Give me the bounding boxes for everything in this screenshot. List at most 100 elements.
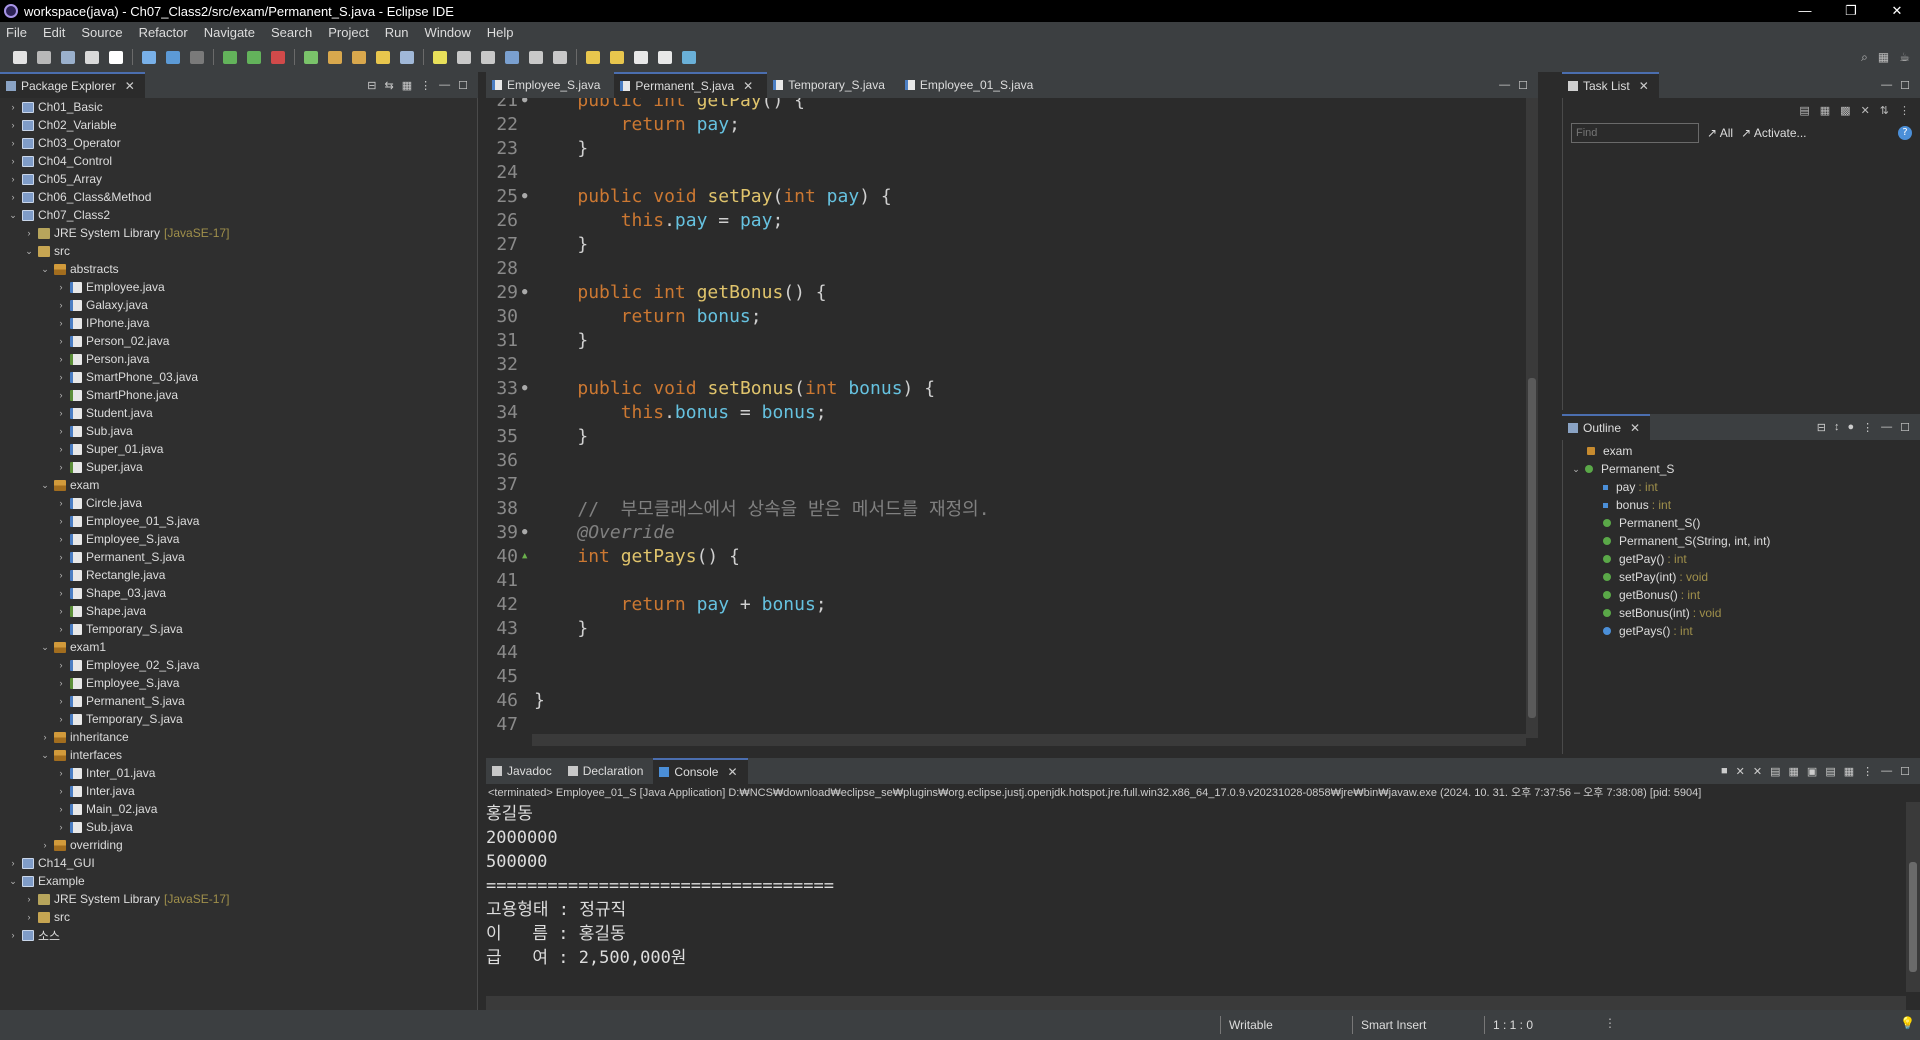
expanded-chevron-icon[interactable]: ⌄	[24, 246, 34, 257]
fold-marker-icon[interactable]: ●	[522, 527, 534, 537]
tree-item[interactable]: › Sub.java	[0, 422, 477, 440]
tree-item[interactable]: › Person.java	[0, 350, 477, 368]
outline-item[interactable]: setBonus(int) : void	[1563, 604, 1920, 622]
tree-item[interactable]: › Inter.java	[0, 782, 477, 800]
terminate-icon[interactable]: ■	[1721, 765, 1728, 777]
tree-item[interactable]: ⌄ Ch07_Class2	[0, 206, 477, 224]
forward-icon[interactable]	[610, 50, 624, 64]
collapsed-chevron-icon[interactable]: ›	[24, 228, 34, 238]
remove-launch-icon[interactable]: ✕	[1736, 765, 1745, 778]
menu-search[interactable]: Search	[265, 25, 322, 40]
collapsed-chevron-icon[interactable]: ›	[40, 732, 50, 742]
collapsed-chevron-icon[interactable]: ›	[56, 534, 66, 544]
close-button[interactable]: ✕	[1874, 3, 1920, 19]
collapsed-chevron-icon[interactable]: ›	[40, 840, 50, 850]
terminal-icon[interactable]	[142, 50, 156, 64]
expanded-chevron-icon[interactable]: ⌄	[40, 480, 50, 491]
collapsed-chevron-icon[interactable]: ›	[56, 714, 66, 724]
tree-item[interactable]: › Temporary_S.java	[0, 620, 477, 638]
tab-package-explorer[interactable]: Package Explorer ✕	[0, 72, 145, 98]
menu-refactor[interactable]: Refactor	[133, 25, 198, 40]
expanded-chevron-icon[interactable]: ⌄	[8, 876, 18, 887]
view-menu-icon[interactable]: ⋮	[1862, 421, 1873, 434]
pin-icon[interactable]	[658, 50, 672, 64]
tree-item[interactable]: ⌄ interfaces	[0, 746, 477, 764]
console-panel[interactable]: <terminated> Employee_01_S [Java Applica…	[486, 784, 1920, 1010]
tree-item[interactable]: › Ch04_Control	[0, 152, 477, 170]
lightbulb-icon[interactable]: 💡	[1900, 1016, 1915, 1030]
save-all-icon[interactable]	[61, 50, 75, 64]
tree-item[interactable]: › Employee.java	[0, 278, 477, 296]
collapsed-chevron-icon[interactable]: ›	[56, 318, 66, 328]
collapsed-chevron-icon[interactable]: ›	[8, 174, 18, 184]
open-console-icon[interactable]: ▦	[1844, 765, 1854, 778]
outline-item[interactable]: bonus : int	[1563, 496, 1920, 514]
tree-item[interactable]: › Circle.java	[0, 494, 477, 512]
outline-item[interactable]: exam	[1563, 442, 1920, 460]
search-icon[interactable]	[400, 50, 414, 64]
collapsed-chevron-icon[interactable]: ›	[56, 408, 66, 418]
menu-source[interactable]: Source	[75, 25, 132, 40]
collapsed-chevron-icon[interactable]: ›	[56, 336, 66, 346]
collapsed-chevron-icon[interactable]: ›	[56, 498, 66, 508]
menu-window[interactable]: Window	[419, 25, 481, 40]
collapsed-chevron-icon[interactable]: ›	[56, 678, 66, 688]
tree-item[interactable]: ⌄ exam1	[0, 638, 477, 656]
view-menu-icon[interactable]: ⋮	[1899, 104, 1910, 117]
collapsed-chevron-icon[interactable]: ›	[8, 120, 18, 130]
expanded-chevron-icon[interactable]: ⌄	[40, 642, 50, 653]
collapsed-chevron-icon[interactable]: ›	[56, 696, 66, 706]
new-class-icon[interactable]	[376, 50, 390, 64]
tree-item[interactable]: › JRE System Library [JavaSE-17]	[0, 890, 477, 908]
close-icon[interactable]: ✕	[1639, 79, 1649, 93]
filter-icon[interactable]: ✕	[1861, 104, 1870, 117]
menu-file[interactable]: File	[0, 25, 37, 40]
collapsed-chevron-icon[interactable]: ›	[56, 606, 66, 616]
collapsed-chevron-icon[interactable]: ›	[24, 912, 34, 922]
remove-all-icon[interactable]: ✕	[1753, 765, 1762, 778]
tab-javadoc[interactable]: Javadoc	[486, 758, 562, 784]
tree-item[interactable]: › Employee_02_S.java	[0, 656, 477, 674]
console-vertical-scrollbar[interactable]	[1906, 802, 1920, 992]
collapsed-chevron-icon[interactable]: ›	[8, 138, 18, 148]
expanded-chevron-icon[interactable]: ⌄	[40, 264, 50, 275]
tree-item[interactable]: › Employee_S.java	[0, 530, 477, 548]
back-icon[interactable]	[586, 50, 600, 64]
outline-item[interactable]: getPays() : int	[1563, 622, 1920, 640]
tree-item[interactable]: › SmartPhone.java	[0, 386, 477, 404]
build-icon[interactable]	[166, 50, 180, 64]
tree-item[interactable]: › Ch03_Operator	[0, 134, 477, 152]
tab-declaration[interactable]: Declaration	[562, 758, 654, 784]
next-annotation-icon[interactable]	[529, 50, 543, 64]
sync-icon[interactable]: ⇅	[1880, 104, 1889, 117]
collapsed-chevron-icon[interactable]: ›	[8, 930, 18, 940]
tree-item[interactable]: › JRE System Library [JavaSE-17]	[0, 224, 477, 242]
editor-vertical-scrollbar[interactable]	[1526, 98, 1538, 738]
editor-tab[interactable]: Temporary_S.java	[767, 72, 899, 98]
show-whitespace-icon[interactable]	[481, 50, 495, 64]
tree-item[interactable]: › Rectangle.java	[0, 566, 477, 584]
debug-icon[interactable]	[223, 50, 237, 64]
maximize-icon[interactable]: ☐	[458, 79, 468, 92]
override-marker-icon[interactable]: ▲	[522, 551, 534, 561]
collapsed-chevron-icon[interactable]: ›	[56, 390, 66, 400]
collapsed-chevron-icon[interactable]: ›	[56, 552, 66, 562]
sort-icon[interactable]: ↕	[1834, 421, 1840, 433]
minimize-button[interactable]: —	[1782, 3, 1828, 19]
view-menu-icon[interactable]: ⋮	[420, 79, 431, 92]
collapsed-chevron-icon[interactable]: ›	[56, 372, 66, 382]
outline-item[interactable]: pay : int	[1563, 478, 1920, 496]
tree-item[interactable]: › Ch02_Variable	[0, 116, 477, 134]
outline-item[interactable]: getPay() : int	[1563, 550, 1920, 568]
collapsed-chevron-icon[interactable]: ›	[56, 354, 66, 364]
maximize-icon[interactable]: ☐	[1900, 765, 1910, 778]
tree-item[interactable]: › Ch01_Basic	[0, 98, 477, 116]
collapsed-chevron-icon[interactable]: ›	[56, 786, 66, 796]
tree-item[interactable]: › Employee_S.java	[0, 674, 477, 692]
maximize-icon[interactable]: ☐	[1518, 79, 1528, 92]
block-select-icon[interactable]	[505, 50, 519, 64]
close-icon[interactable]: ✕	[743, 79, 753, 93]
close-icon[interactable]: ✕	[727, 765, 737, 779]
collapsed-chevron-icon[interactable]: ›	[8, 858, 18, 868]
collapse-icon[interactable]: ⊟	[1817, 421, 1826, 434]
